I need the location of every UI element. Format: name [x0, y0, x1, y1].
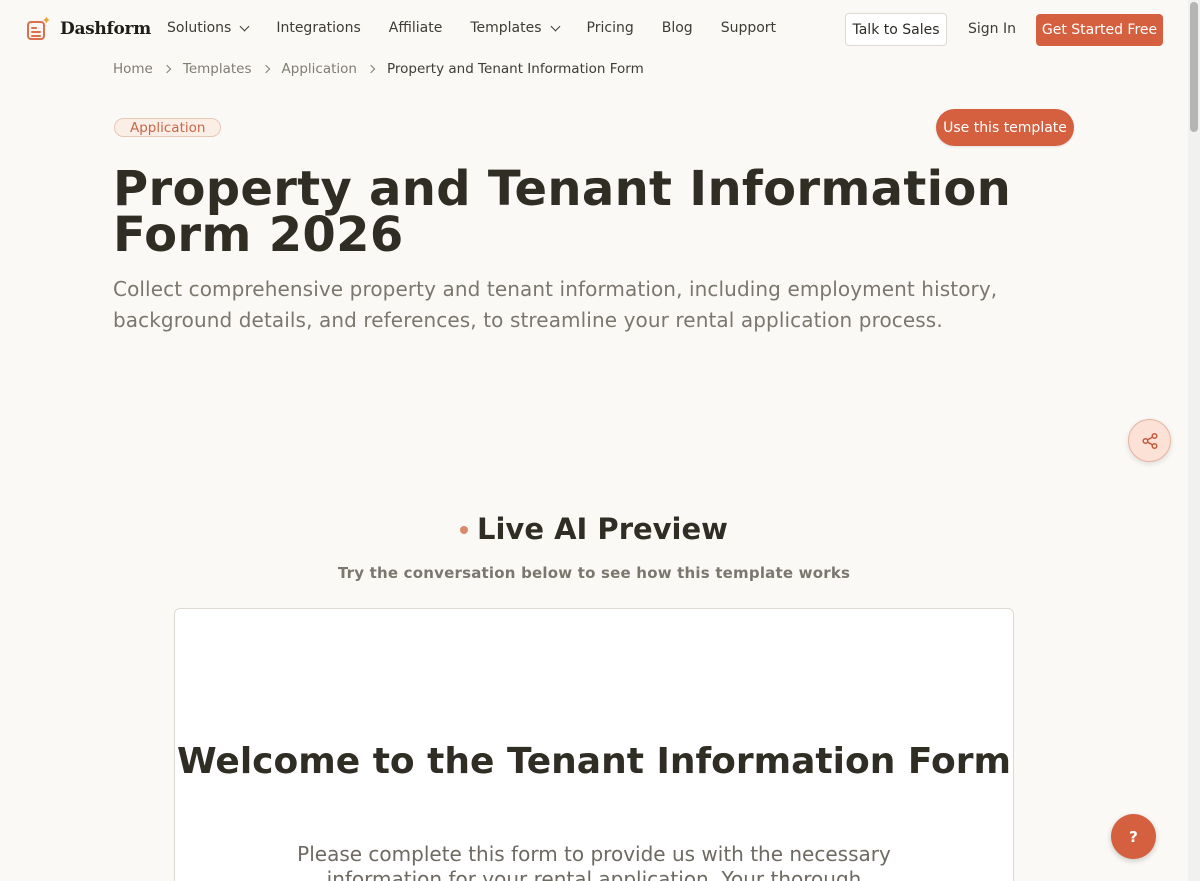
scrollbar-thumb[interactable]	[1190, 2, 1198, 132]
nav-label: Support	[720, 20, 777, 36]
category-badge[interactable]: Application	[114, 118, 222, 137]
breadcrumb-home[interactable]: Home	[113, 61, 153, 77]
preview-card-title: Welcome to the Tenant Information Form	[176, 741, 1011, 782]
live-preview-heading: Live AI Preview	[0, 512, 1188, 546]
page-scrollbar[interactable]	[1188, 0, 1200, 881]
preview-card[interactable]: Welcome to the Tenant Information Form P…	[174, 608, 1014, 881]
nav-pricing[interactable]: Pricing	[587, 20, 634, 36]
get-started-button[interactable]: Get Started Free	[1036, 14, 1163, 46]
nav-label: Integrations	[276, 20, 361, 36]
chevron-down-icon	[550, 21, 560, 31]
nav-label: Pricing	[586, 20, 634, 36]
nav-label: Templates	[470, 20, 542, 36]
page-title: Property and Tenant Information Form 202…	[113, 161, 1012, 263]
top-navigation: ✦ Dashform Solutions Integrations Affili…	[0, 0, 1188, 60]
nav-integrations[interactable]: Integrations	[276, 20, 360, 36]
chevron-down-icon	[239, 21, 250, 31]
talk-to-sales-button[interactable]: Talk to Sales	[845, 13, 947, 46]
help-button[interactable]: ?	[1111, 814, 1156, 859]
brand-logo[interactable]: ✦ Dashform	[26, 15, 151, 40]
status-dot-icon	[460, 526, 469, 534]
nav-solutions[interactable]: Solutions	[167, 20, 250, 36]
breadcrumb-current: Property and Tenant Information Form	[386, 61, 644, 77]
live-preview-title: Live AI Preview	[477, 512, 728, 546]
page-description: Collect comprehensive property and tenan…	[113, 277, 998, 332]
chevron-right-icon	[261, 64, 270, 74]
chevron-right-icon	[162, 64, 172, 74]
help-icon: ?	[1129, 827, 1138, 846]
main-nav: Solutions Integrations Affiliate Templat…	[167, 20, 804, 36]
sign-in-link[interactable]: Sign In	[968, 21, 1016, 37]
nav-label: Solutions	[167, 20, 232, 36]
share-button[interactable]	[1128, 419, 1171, 462]
share-icon	[1141, 432, 1158, 449]
logo-icon: ✦	[26, 15, 51, 40]
breadcrumb-templates[interactable]: Templates	[183, 61, 252, 77]
nav-templates[interactable]: Templates	[470, 20, 560, 36]
nav-blog[interactable]: Blog	[662, 20, 693, 36]
nav-label: Blog	[661, 20, 693, 36]
nav-affiliate[interactable]: Affiliate	[389, 20, 443, 36]
live-preview-subtitle: Try the conversation below to see how th…	[337, 564, 851, 582]
breadcrumb-application[interactable]: Application	[282, 61, 357, 77]
brand-name: Dashform	[60, 19, 151, 39]
use-template-button[interactable]: Use this template	[936, 109, 1074, 146]
preview-card-description: Please complete this form to provide us …	[297, 842, 891, 881]
nav-label: Affiliate	[388, 20, 443, 36]
nav-support[interactable]: Support	[721, 20, 776, 36]
breadcrumb: Home Templates Application Property and …	[113, 61, 644, 77]
chevron-right-icon	[366, 64, 376, 74]
